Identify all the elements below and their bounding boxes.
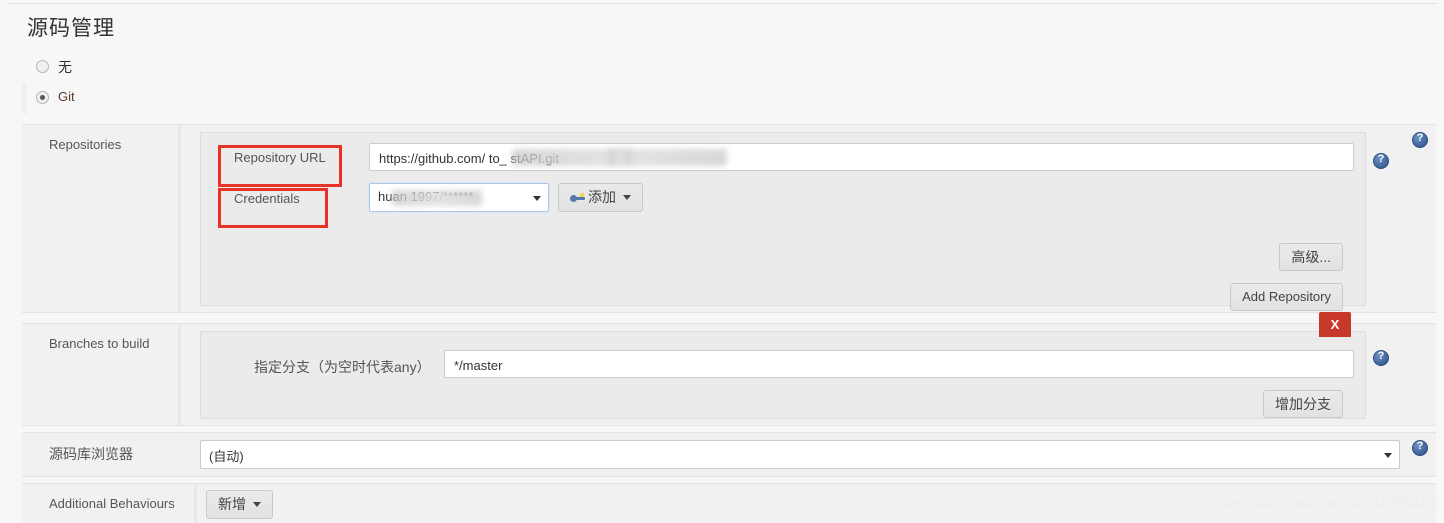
add-behaviour-button-label: 新增 — [218, 496, 246, 512]
branch-spec-input[interactable]: */master — [444, 350, 1354, 378]
top-divider — [8, 3, 1436, 4]
chevron-down-icon — [1384, 453, 1392, 458]
repository-entry-panel: Repository URL https://github.com/ to_ s… — [200, 132, 1366, 311]
branches-help-icon[interactable] — [1373, 350, 1389, 366]
chevron-down-icon — [253, 502, 261, 507]
repository-browser-select[interactable]: (自动) — [200, 440, 1400, 469]
add-branch-button-label: 增加分支 — [1275, 396, 1331, 412]
repository-browser-selected-value: (自动) — [209, 449, 244, 464]
branch-spec-label: 指定分支（为空时代表any） — [254, 359, 431, 375]
add-credentials-button[interactable]: 添加 — [558, 183, 643, 212]
delete-branch-button[interactable]: X — [1319, 312, 1351, 337]
repository-url-label: Repository URL — [234, 150, 326, 165]
repository-browser-row: 源码库浏览器 (自动) — [22, 432, 1436, 477]
watermark: https://blog.csdn.net/qq_42098424 — [1211, 494, 1436, 510]
add-branch-button[interactable]: 增加分支 — [1263, 390, 1343, 418]
radio-none-label: 无 — [58, 59, 72, 75]
branches-row: Branches to build 指定分支（为空时代表any） */maste… — [22, 312, 1436, 426]
additional-behaviours-label: Additional Behaviours — [49, 496, 175, 511]
credentials-select[interactable]: huan 1997/****** — [369, 183, 549, 212]
key-icon — [570, 192, 586, 204]
chevron-down-icon — [623, 195, 631, 200]
scm-radio-option-none[interactable]: 无 — [22, 52, 1436, 83]
credentials-label: Credentials — [234, 191, 300, 206]
repositories-row: Repositories Repository URL https://gith… — [22, 124, 1436, 313]
scm-config-page: 源码管理 无 Git Repositories Repository URL h… — [0, 0, 1444, 523]
add-repository-button-label: Add Repository — [1242, 289, 1331, 304]
repository-browser-help-icon[interactable] — [1412, 440, 1428, 456]
radio-none[interactable] — [36, 60, 49, 73]
repositories-help-icon[interactable] — [1412, 132, 1428, 148]
row-divider — [194, 484, 197, 523]
repository-url-value: https://github.com/ to_ stAPI.git — [379, 151, 559, 166]
advanced-button-label: 高级... — [1291, 249, 1331, 265]
chevron-down-icon — [533, 196, 541, 201]
row-divider — [178, 324, 181, 425]
repository-url-redaction-2 — [608, 149, 632, 165]
add-behaviour-button[interactable]: 新增 — [206, 490, 273, 519]
repository-browser-label: 源码库浏览器 — [49, 446, 133, 462]
scm-radio-option-git[interactable]: Git — [22, 83, 1436, 114]
repository-url-input[interactable]: https://github.com/ to_ stAPI.git — [369, 143, 1354, 171]
branch-spec-value: */master — [454, 358, 503, 373]
add-repository-button[interactable]: Add Repository — [1230, 283, 1343, 311]
radio-git-label: Git — [58, 89, 75, 104]
radio-git[interactable] — [36, 91, 49, 104]
page-title: 源码管理 — [27, 16, 115, 40]
row-divider — [178, 125, 181, 312]
add-credentials-label: 添加 — [588, 189, 616, 205]
credentials-selected-value: huan 1997/****** — [378, 189, 474, 204]
scm-radio-group: 无 Git — [22, 52, 1436, 114]
repositories-label: Repositories — [49, 137, 122, 152]
advanced-button[interactable]: 高级... — [1279, 243, 1343, 271]
branches-label: Branches to build — [49, 336, 150, 351]
branch-entry-panel: 指定分支（为空时代表any） */master 增加分支 — [200, 331, 1366, 419]
repository-url-help-icon[interactable] — [1373, 153, 1389, 169]
